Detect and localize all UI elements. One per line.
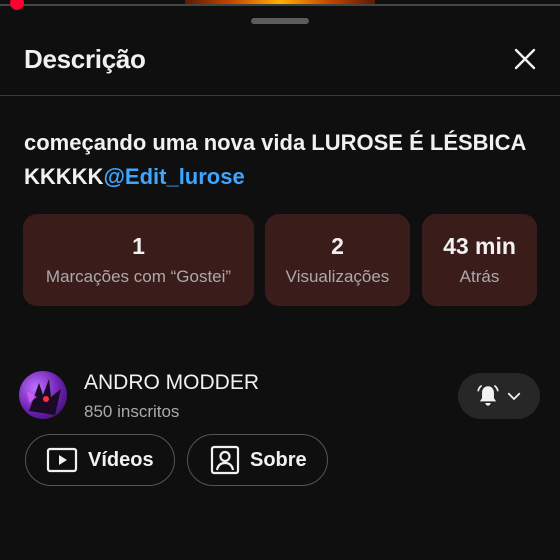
about-button-label: Sobre (250, 448, 307, 471)
channel-avatar[interactable] (19, 371, 67, 419)
videos-button[interactable]: Vídeos (25, 434, 175, 486)
drag-handle[interactable] (251, 18, 309, 24)
likes-label: Marcações com “Gostei” (45, 267, 232, 286)
subscriber-count: 850 inscritos (84, 402, 180, 421)
views-count: 2 (331, 233, 344, 259)
likes-count: 1 (132, 233, 145, 259)
upload-time-stat: 43 min Atrás (422, 214, 537, 306)
progress-scrubber[interactable] (10, 0, 24, 10)
about-button[interactable]: Sobre (187, 434, 328, 486)
channel-name[interactable]: ANDRO MODDER (84, 371, 259, 395)
play-box-icon (46, 447, 78, 473)
portrait-icon (210, 445, 240, 475)
views-stat: 2 Visualizações (265, 214, 410, 306)
close-button[interactable] (508, 42, 542, 76)
bell-icon (477, 385, 499, 406)
upload-time-value: 43 min (443, 233, 516, 259)
notification-bell-button[interactable] (458, 373, 540, 419)
likes-stat: 1 Marcações com “Gostei” (23, 214, 254, 306)
avatar-art (27, 379, 61, 415)
panel-title: Descrição (24, 44, 146, 74)
description-text: começando uma nova vida LUROSE É LÉSBICA… (24, 130, 526, 189)
channel-mention-link[interactable]: @Edit_lurose (103, 164, 244, 189)
video-description: começando uma nova vida LUROSE É LÉSBICA… (24, 126, 539, 194)
progress-track[interactable] (0, 4, 560, 6)
close-icon (514, 48, 536, 70)
description-panel: Descrição começando uma nova vida LUROSE… (0, 0, 560, 560)
views-label: Visualizações (285, 267, 390, 286)
upload-time-label: Atrás (459, 267, 500, 286)
chevron-down-icon (507, 392, 521, 400)
panel-header: Descrição (0, 28, 560, 96)
videos-button-label: Vídeos (88, 448, 154, 471)
